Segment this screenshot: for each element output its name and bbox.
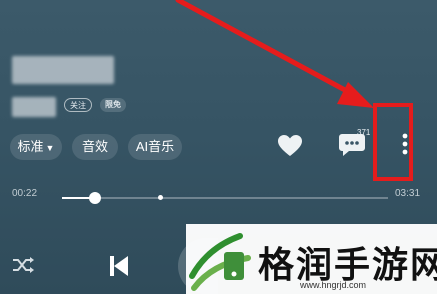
total-time: 03:31 — [395, 188, 421, 199]
annotation-highlight-box — [373, 103, 413, 181]
progress-handle[interactable] — [88, 192, 101, 204]
watermark-logo — [189, 233, 251, 291]
progress-marker — [157, 195, 163, 200]
previous-icon[interactable] — [108, 254, 130, 278]
watermark-url: www.hngrjd.com — [300, 280, 367, 290]
elapsed-time: 00:22 — [12, 188, 38, 199]
progress-bar[interactable] — [62, 192, 388, 204]
shuffle-icon[interactable] — [12, 256, 34, 274]
